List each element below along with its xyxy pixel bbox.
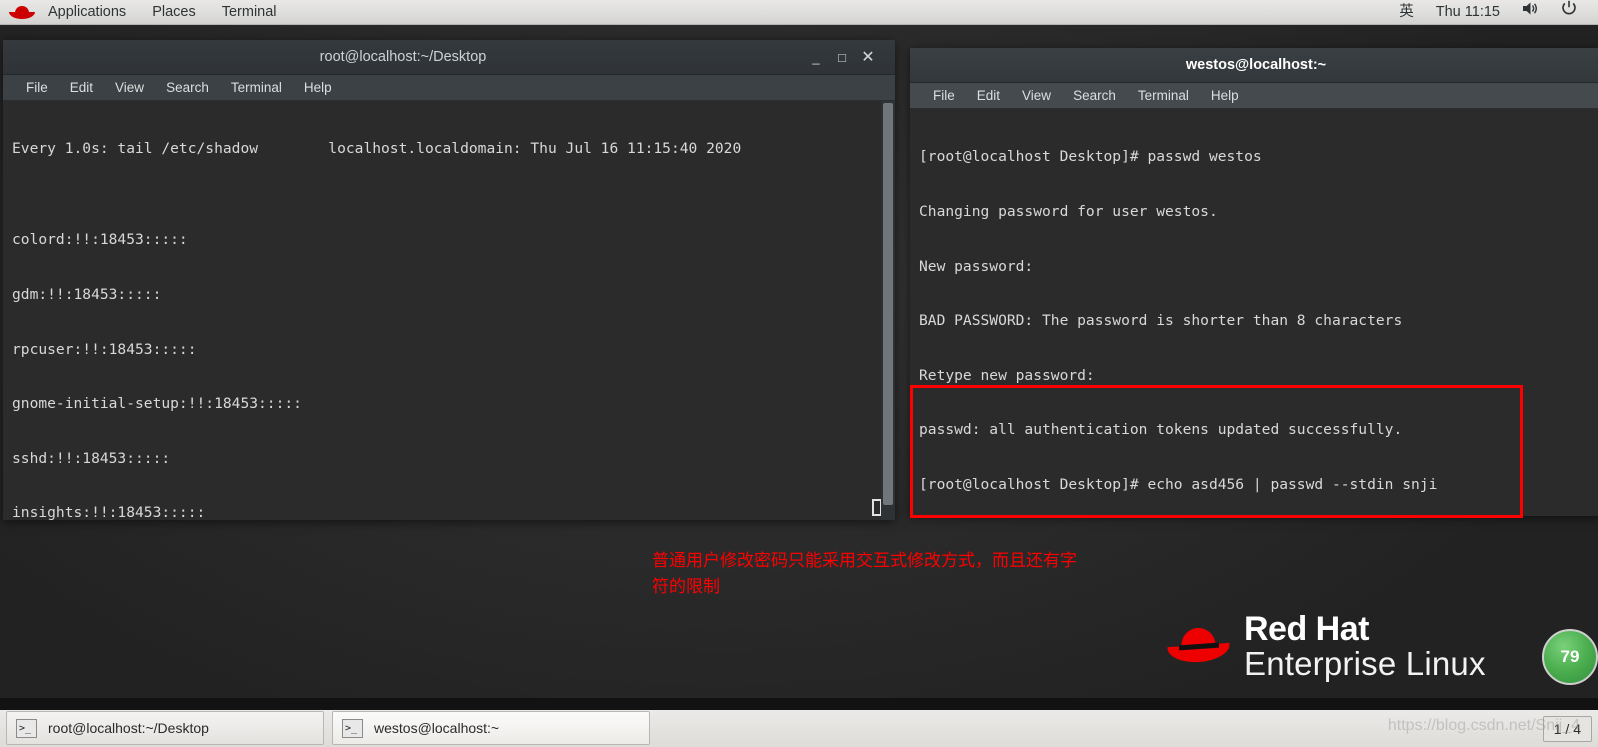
menu-search[interactable]: Search — [1062, 84, 1127, 108]
terminal-line: passwd: all authentication tokens update… — [919, 421, 1403, 439]
left-terminal-scrollbar[interactable] — [881, 101, 895, 520]
annotation-line-2: 符的限制 — [652, 577, 720, 597]
brand-name: Red Hat — [1244, 610, 1369, 648]
left-window-titlebar[interactable]: root@localhost:~/Desktop _ □ ✕ — [3, 40, 895, 75]
minimize-button[interactable]: _ — [803, 44, 829, 70]
menu-file[interactable]: File — [922, 84, 966, 108]
scrollbar-thumb[interactable] — [883, 103, 893, 505]
left-window-title: root@localhost:~/Desktop — [319, 49, 487, 65]
redhat-wallpaper-logo: Red Hat Enterprise Linux — [1167, 610, 1486, 682]
menu-terminal[interactable]: Terminal — [1127, 84, 1200, 108]
power-icon[interactable] — [1550, 0, 1588, 24]
menu-search[interactable]: Search — [155, 76, 220, 100]
left-terminal-output[interactable]: Every 1.0s: tail /etc/shadow localhost.l… — [3, 101, 895, 520]
maximize-button[interactable]: □ — [829, 44, 855, 70]
terminal-line: sshd:!!:18453::::: — [12, 449, 171, 467]
menu-applications[interactable]: Applications — [35, 0, 139, 24]
taskbar-right-area: 1 / 4 — [1542, 710, 1598, 747]
taskbar-item-label: root@localhost:~/Desktop — [48, 720, 209, 736]
clock[interactable]: Thu 11:15 — [1425, 0, 1511, 24]
terminal-line: New password: — [919, 257, 1034, 275]
left-window-menubar[interactable]: File Edit View Search Terminal Help — [3, 75, 895, 101]
terminal-icon — [16, 718, 37, 738]
workspace-switcher[interactable]: 1 / 4 — [1542, 715, 1592, 742]
top-panel: Applications Places Terminal 英 Thu 11:15 — [0, 0, 1598, 25]
brand-product: Enterprise Linux — [1244, 644, 1486, 682]
right-terminal-output[interactable]: [root@localhost Desktop]# passwd westos … — [910, 109, 1598, 516]
terminal-line: gdm:!!:18453::::: — [12, 286, 162, 304]
redhat-fedora-hat-icon — [1167, 625, 1231, 667]
menu-terminal[interactable]: Terminal — [209, 0, 290, 24]
volume-icon[interactable] — [1511, 0, 1550, 24]
right-window-title: westos@localhost:~ — [1185, 57, 1327, 73]
notification-badge[interactable]: 79 — [1542, 629, 1598, 685]
terminal-line: Changing password for user westos. — [919, 203, 1218, 221]
desktop-screen: Red Hat Enterprise Linux 79 普通用户修改密码只能采用… — [0, 0, 1598, 747]
terminal-line: rpcuser:!!:18453::::: — [12, 340, 197, 358]
terminal-line: [root@localhost Desktop]# passwd westos — [919, 148, 1262, 166]
terminal-line: Every 1.0s: tail /etc/shadow localhost.l… — [12, 140, 742, 158]
input-method-indicator[interactable]: 英 — [1388, 0, 1425, 24]
terminal-line: colord:!!:18453::::: — [12, 231, 188, 249]
volume-icon-glyph — [1523, 2, 1537, 15]
annotation-text: 普通用户修改密码只能采用交互式修改方式，而且还有字 符的限制 — [652, 548, 1192, 600]
redhat-logo-icon[interactable] — [9, 4, 35, 20]
taskbar: root@localhost:~/Desktop westos@localhos… — [0, 698, 1598, 747]
taskbar-item-label: westos@localhost:~ — [374, 720, 500, 736]
menu-places[interactable]: Places — [139, 0, 209, 24]
right-window-titlebar[interactable]: westos@localhost:~ — [910, 48, 1598, 83]
terminal-line: Retype new password: — [919, 366, 1095, 384]
taskbar-item-root-desktop[interactable]: root@localhost:~/Desktop — [6, 711, 324, 745]
menu-terminal[interactable]: Terminal — [220, 76, 293, 100]
menu-edit[interactable]: Edit — [966, 84, 1011, 108]
terminal-window-root[interactable]: root@localhost:~/Desktop _ □ ✕ File Edit… — [3, 40, 895, 520]
terminal-window-westos[interactable]: westos@localhost:~ File Edit View Search… — [910, 48, 1598, 516]
annotation-line-1: 普通用户修改密码只能采用交互式修改方式，而且还有字 — [652, 551, 1077, 571]
terminal-line: [root@localhost Desktop]# echo asd456 | … — [919, 476, 1438, 494]
close-button[interactable]: ✕ — [855, 44, 881, 70]
right-window-menubar[interactable]: File Edit View Search Terminal Help — [910, 83, 1598, 109]
terminal-line: BAD PASSWORD: The password is shorter th… — [919, 312, 1403, 330]
taskbar-window-list: root@localhost:~/Desktop westos@localhos… — [0, 710, 658, 747]
terminal-line: insights:!!:18453::::: — [12, 504, 206, 520]
left-window-controls: _ □ ✕ — [803, 44, 895, 70]
menu-help[interactable]: Help — [1200, 84, 1250, 108]
menu-view[interactable]: View — [1011, 84, 1062, 108]
menu-help[interactable]: Help — [293, 76, 343, 100]
menu-file[interactable]: File — [15, 76, 59, 100]
menu-edit[interactable]: Edit — [59, 76, 104, 100]
terminal-line: gnome-initial-setup:!!:18453::::: — [12, 395, 302, 413]
power-icon-glyph — [1562, 0, 1576, 15]
taskbar-item-westos[interactable]: westos@localhost:~ — [332, 711, 650, 745]
terminal-icon — [342, 718, 363, 738]
menu-view[interactable]: View — [104, 76, 155, 100]
